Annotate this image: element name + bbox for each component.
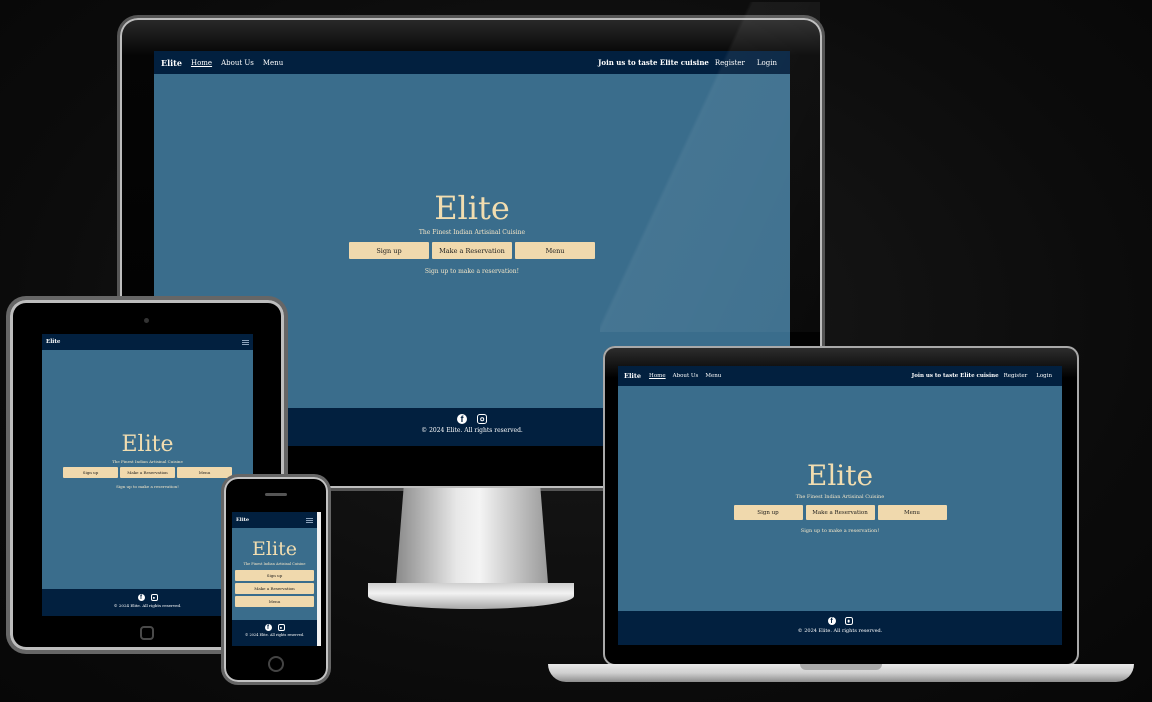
monitor-gloss: [600, 2, 820, 332]
signup-cta-text: Sign up to make a reservation!: [800, 528, 880, 534]
hero-subtitle: The Finest Indian Artisinal Cuisine: [243, 562, 306, 566]
nav-home[interactable]: Home: [191, 59, 212, 67]
brand-logo[interactable]: Elite: [236, 517, 249, 523]
social-icons: [42, 594, 253, 601]
navbar-tagline: Join us to taste Elite cuisine: [911, 373, 999, 379]
menu-button[interactable]: Menu: [177, 467, 232, 478]
menu-button[interactable]: Menu: [877, 505, 947, 520]
phone-home-button: [268, 656, 284, 672]
copyright-text: © 2024 Elite. All rights reserved.: [797, 628, 883, 634]
hamburger-menu-icon[interactable]: [242, 339, 249, 345]
hamburger-menu-icon[interactable]: [306, 517, 313, 523]
social-icons: [232, 624, 317, 631]
nav-menu[interactable]: Menu: [263, 59, 283, 67]
reservation-button[interactable]: Make a Reservation: [120, 467, 175, 478]
nav-menu[interactable]: Menu: [705, 373, 721, 379]
copyright-text: © 2024 Elite. All rights reserved.: [244, 633, 305, 637]
navbar: Elite: [42, 334, 253, 350]
tablet-camera: [144, 318, 149, 323]
menu-button[interactable]: Menu: [235, 596, 314, 607]
navbar: Elite Home About Us Menu Join us to tast…: [618, 366, 1062, 386]
nav-login[interactable]: Login: [1036, 373, 1052, 379]
signup-cta-text: Sign up to make a reservation!: [116, 484, 179, 489]
signup-button[interactable]: Sign up: [349, 242, 429, 259]
facebook-icon[interactable]: [457, 414, 467, 424]
hero-title: Elite: [121, 432, 174, 457]
footer: © 2024 Elite. All rights reserved.: [42, 589, 253, 616]
social-icons: [618, 617, 1062, 625]
hero-buttons: Sign up Make a Reservation Menu: [42, 467, 253, 478]
signup-button[interactable]: Sign up: [63, 467, 118, 478]
hero-section: Elite The Finest Indian Artisinal Cuisin…: [232, 538, 317, 607]
instagram-icon[interactable]: [150, 594, 158, 601]
phone-screen: Elite Elite The Finest Indian Artisinal …: [232, 512, 321, 646]
laptop-screen: Elite Home About Us Menu Join us to tast…: [618, 366, 1062, 645]
hero-buttons: Sign up Make a Reservation Menu: [235, 570, 314, 607]
footer: © 2024 Elite. All rights reserved.: [232, 620, 317, 646]
nav-home[interactable]: Home: [649, 373, 666, 379]
hero-title: Elite: [252, 538, 297, 560]
monitor-stand-base: [368, 583, 574, 609]
nav-register[interactable]: Register: [1004, 373, 1028, 379]
brand-logo[interactable]: Elite: [161, 58, 182, 68]
scrollbar[interactable]: [317, 512, 321, 646]
hero-section: Elite The Finest Indian Artisinal Cuisin…: [42, 432, 253, 489]
instagram-icon[interactable]: [477, 414, 487, 424]
hero-subtitle: The Finest Indian Artisinal Cuisine: [795, 494, 885, 500]
nav-about[interactable]: About Us: [221, 59, 254, 67]
brand-logo[interactable]: Elite: [46, 339, 60, 345]
tablet-screen: Elite Elite The Finest Indian Artisinal …: [42, 334, 253, 616]
tablet-home-button: [140, 626, 154, 640]
facebook-icon[interactable]: [264, 624, 272, 631]
signup-button[interactable]: Sign up: [235, 570, 314, 581]
nav-about[interactable]: About Us: [673, 373, 699, 379]
brand-logo[interactable]: Elite: [624, 372, 641, 380]
instagram-icon[interactable]: [277, 624, 285, 631]
facebook-icon[interactable]: [137, 594, 145, 601]
hero-title: Elite: [806, 459, 874, 492]
reservation-button[interactable]: Make a Reservation: [432, 242, 512, 259]
instagram-icon[interactable]: [844, 617, 853, 625]
hero-buttons: Sign up Make a Reservation Menu: [618, 505, 1062, 520]
reservation-button[interactable]: Make a Reservation: [235, 583, 314, 594]
reservation-button[interactable]: Make a Reservation: [805, 505, 875, 520]
signup-button[interactable]: Sign up: [733, 505, 803, 520]
navbar: Elite: [232, 512, 321, 528]
laptop-notch: [800, 664, 882, 670]
phone-speaker: [265, 493, 287, 496]
hero-section: Elite The Finest Indian Artisinal Cuisin…: [618, 460, 1062, 534]
menu-button[interactable]: Menu: [515, 242, 595, 259]
facebook-icon[interactable]: [827, 617, 836, 625]
footer: © 2024 Elite. All rights reserved.: [618, 611, 1062, 645]
hero-subtitle: The Finest Indian Artisinal Cuisine: [112, 459, 183, 464]
copyright-text: © 2024 Elite. All rights reserved.: [113, 603, 182, 608]
